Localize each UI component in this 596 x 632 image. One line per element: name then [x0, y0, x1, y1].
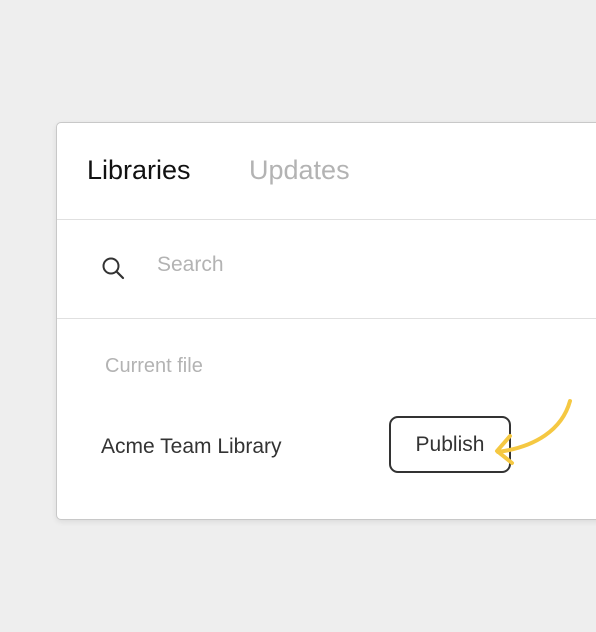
arrow-annotation-icon — [495, 399, 572, 465]
